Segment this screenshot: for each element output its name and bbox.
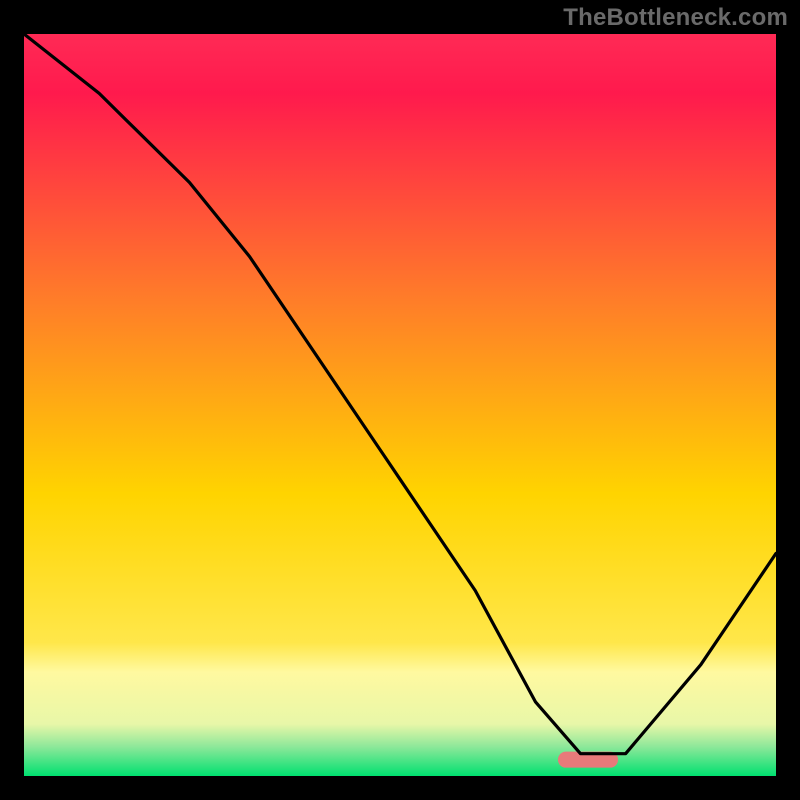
watermark-text: TheBottleneck.com <box>563 4 788 32</box>
chart-svg <box>24 34 776 776</box>
plot-area <box>24 34 776 776</box>
chart-outer: TheBottleneck.com <box>0 0 800 800</box>
chart-background <box>24 34 776 776</box>
